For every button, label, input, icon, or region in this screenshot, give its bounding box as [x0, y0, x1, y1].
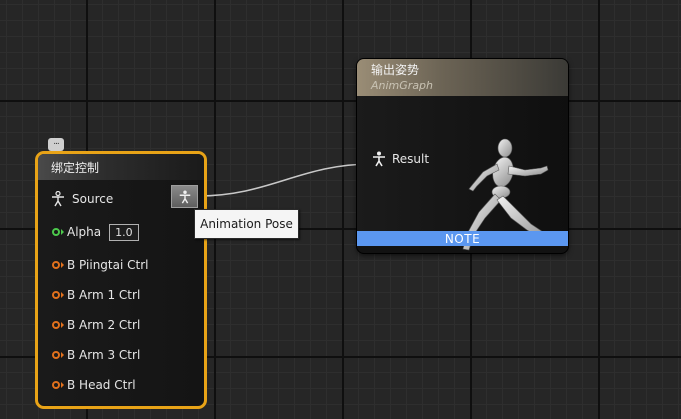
pin-label: B Piingtai Ctrl [67, 258, 149, 272]
pose-person-icon[interactable] [371, 151, 387, 167]
note-bar[interactable]: NOTE [357, 231, 568, 246]
bool-pin[interactable]: B Arm 2 Ctrl [50, 315, 140, 335]
node-body: Source Alpha 1.0 B Piingtai Ctrl B Arm 1… [38, 180, 204, 405]
bool-pin[interactable]: B Arm 3 Ctrl [50, 345, 140, 365]
pin-arrow-icon [61, 382, 64, 388]
float-pin-icon[interactable] [52, 228, 60, 236]
pose-connection-wire[interactable] [197, 163, 373, 197]
pin-label: B Arm 3 Ctrl [67, 348, 141, 362]
node-title: 绑定控制 [51, 160, 100, 175]
alpha-value-input[interactable]: 1.0 [109, 223, 139, 241]
bool-pin-icon[interactable] [52, 351, 60, 359]
bool-pin[interactable]: B Head Ctrl [50, 375, 136, 395]
pin-arrow-icon [61, 262, 64, 268]
source-pin-label: Source [72, 192, 114, 206]
tooltip-text: Animation Pose [200, 217, 293, 231]
bool-pin[interactable]: B Arm 1 Ctrl [50, 285, 140, 305]
bool-pin-icon[interactable] [52, 381, 60, 389]
pin-arrow-icon [61, 229, 64, 235]
pin-label: B Arm 2 Ctrl [67, 318, 141, 332]
pin-arrow-icon [61, 322, 64, 328]
pin-arrow-icon [61, 352, 64, 358]
alpha-pin-label: Alpha [67, 225, 102, 239]
bool-pin-icon[interactable] [52, 291, 60, 299]
note-label: NOTE [444, 231, 481, 246]
pin-arrow-icon [61, 292, 64, 298]
bool-pin-icon[interactable] [52, 261, 60, 269]
output-pose-node[interactable]: 输出姿势 AnimGraph Result NOTE [357, 59, 568, 253]
bool-pin[interactable]: B Piingtai Ctrl [50, 255, 148, 275]
node-header[interactable]: 绑定控制 [38, 154, 204, 180]
result-pin[interactable]: Result [371, 151, 429, 167]
result-pin-label: Result [392, 152, 430, 166]
source-pin[interactable]: Source [50, 189, 113, 209]
pin-label: B Arm 1 Ctrl [67, 288, 141, 302]
node-body: Result [357, 96, 568, 251]
node-subtitle: AnimGraph [371, 79, 434, 92]
bool-pin-icon[interactable] [52, 321, 60, 329]
pin-tooltip: Animation Pose [194, 209, 299, 239]
node-title: 输出姿势 [371, 63, 420, 77]
pin-label: B Head Ctrl [67, 378, 136, 392]
pose-person-icon [52, 191, 64, 207]
node-header[interactable]: 输出姿势 AnimGraph [357, 59, 568, 96]
alpha-pin[interactable]: Alpha 1.0 [50, 222, 139, 242]
pose-person-icon [179, 189, 190, 203]
comment-bubble-icon[interactable]: ... [48, 138, 64, 155]
source-output-pin[interactable] [171, 185, 198, 208]
